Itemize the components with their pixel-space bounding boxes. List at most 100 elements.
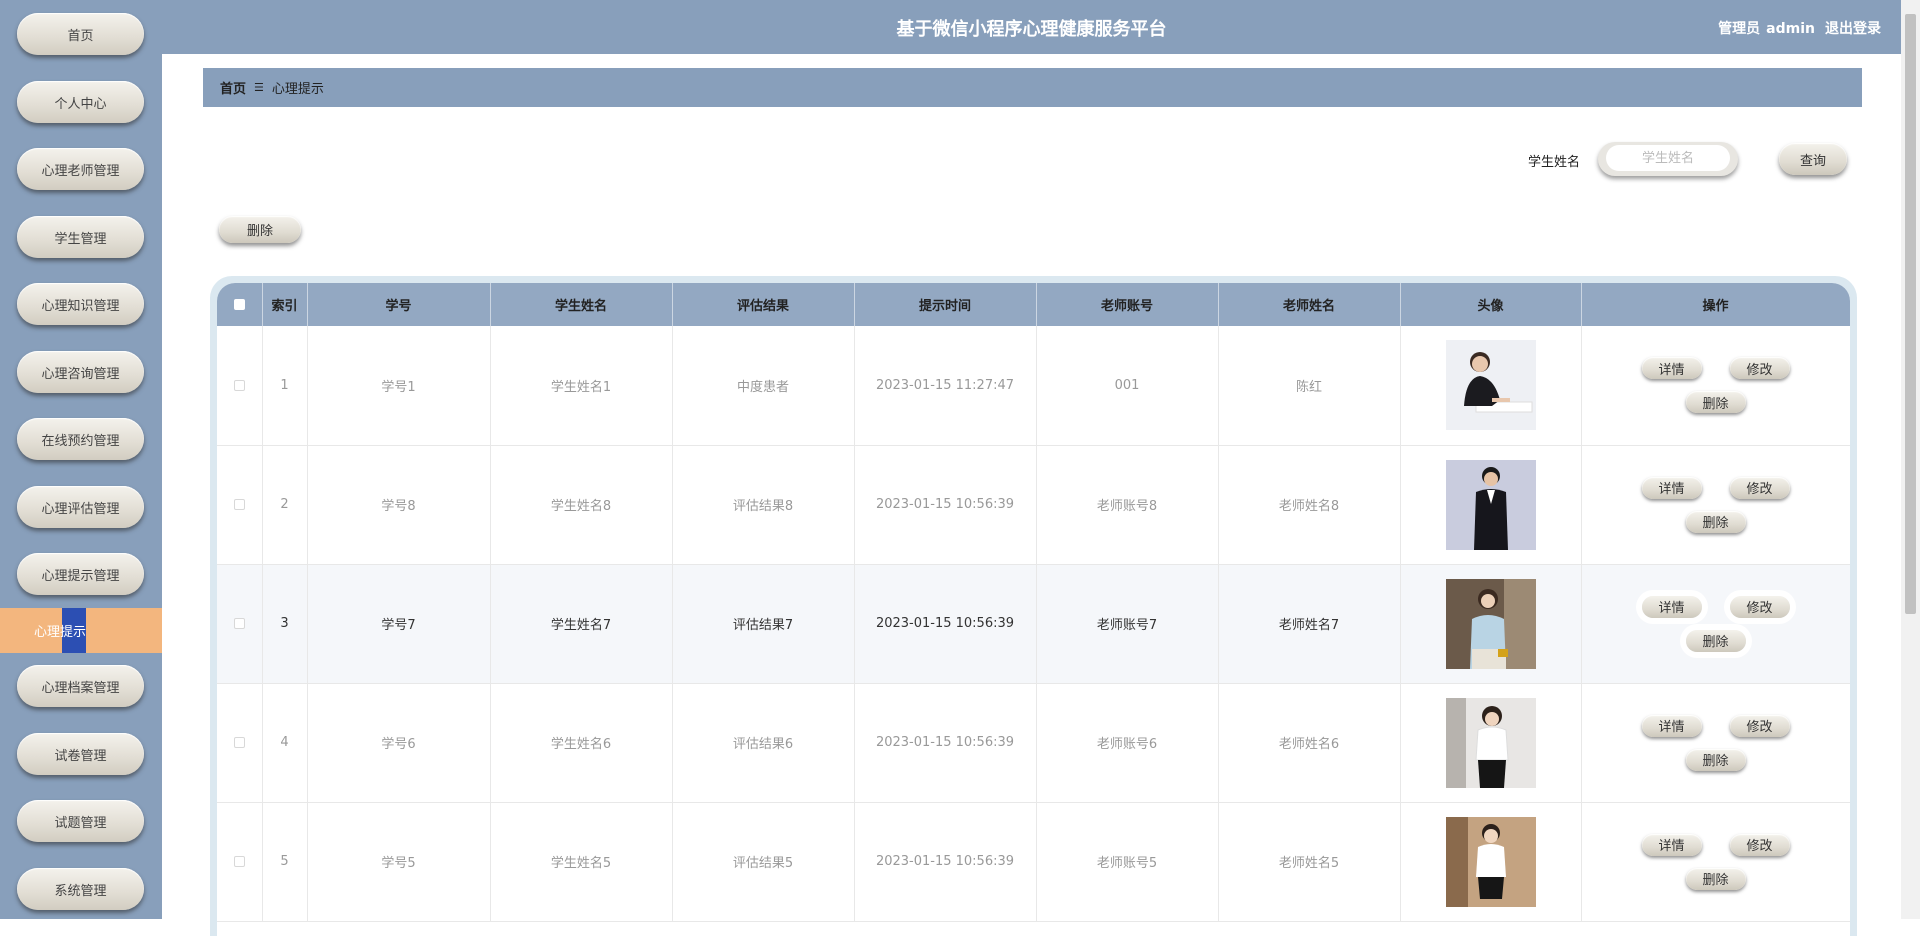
column-header: 老师姓名 [1218, 283, 1401, 326]
edit-button[interactable]: 修改 [1729, 595, 1790, 618]
edit-button[interactable]: 修改 [1729, 833, 1790, 856]
sidebar-item-appointment-management[interactable]: 在线预约管理 [17, 418, 144, 460]
detail-button[interactable]: 详情 [1641, 595, 1702, 618]
breadcrumb-home[interactable]: 首页 [220, 78, 246, 97]
sidebar-item-system-management[interactable]: 系统管理 [17, 868, 144, 910]
detail-button[interactable]: 详情 [1641, 476, 1702, 499]
edit-button[interactable]: 修改 [1729, 357, 1790, 380]
search-input[interactable] [1606, 145, 1730, 171]
sidebar-item-consultation-management[interactable]: 心理咨询管理 [17, 351, 144, 393]
column-header: 操作 [1581, 283, 1850, 326]
cell-result: 评估结果8 [672, 445, 855, 565]
column-header: 学生姓名 [490, 283, 673, 326]
detail-button[interactable]: 详情 [1641, 714, 1702, 737]
edit-button[interactable]: 修改 [1729, 476, 1790, 499]
cell-time: 2023-01-15 10:56:39 [854, 683, 1037, 803]
avatar [1445, 578, 1536, 669]
cell-teacher-name: 老师姓名7 [1218, 564, 1401, 684]
select-all-cell [217, 283, 263, 326]
scrollbar-thumb[interactable] [1905, 14, 1916, 614]
table-row: 4 学号6 学生姓名6 评估结果6 2023-01-15 10:56:39 老师… [217, 683, 1850, 803]
cell-student-name: 学生姓名7 [490, 564, 673, 684]
user-role: 管理员 [1718, 21, 1761, 37]
cell-actions: 详情 修改 删除 [1581, 445, 1850, 565]
cell-result: 评估结果5 [672, 802, 855, 922]
cell-index: 5 [262, 802, 308, 922]
cell-student-no: 学号1 [307, 326, 491, 446]
cell-student-no: 学号8 [307, 445, 491, 565]
avatar [1445, 816, 1536, 907]
avatar [1445, 340, 1536, 431]
sidebar-item-knowledge-management[interactable]: 心理知识管理 [17, 283, 144, 325]
sidebar-item-teacher-management[interactable]: 心理老师管理 [17, 148, 144, 190]
table-row: 1 学号1 学生姓名1 中度患者 2023-01-15 11:27:47 001… [217, 326, 1850, 446]
cell-teacher-name: 老师姓名6 [1218, 683, 1401, 803]
row-select-cell [217, 564, 263, 684]
sidebar-item-home[interactable]: 首页 [17, 13, 144, 55]
sidebar-item-reminder-management[interactable]: 心理提示管理 [17, 553, 144, 595]
sidebar-item-paper-management[interactable]: 试卷管理 [17, 733, 144, 775]
delete-button[interactable]: 删除 [1685, 391, 1746, 414]
avatar [1445, 697, 1536, 788]
cell-avatar [1400, 564, 1582, 684]
select-all-checkbox[interactable] [233, 299, 245, 310]
cell-index: 3 [262, 564, 308, 684]
edit-button[interactable]: 修改 [1729, 714, 1790, 737]
cell-teacher-name: 老师姓名5 [1218, 802, 1401, 922]
page-scrollbar[interactable] [1901, 0, 1920, 919]
cell-index: 2 [262, 445, 308, 565]
delete-button[interactable]: 删除 [1685, 748, 1746, 771]
cell-actions: 详情 修改 删除 [1581, 326, 1850, 446]
batch-delete-button[interactable]: 删除 [219, 216, 301, 243]
sidebar-item-personal-center[interactable]: 个人中心 [17, 81, 144, 123]
cell-time: 2023-01-15 10:56:39 [854, 564, 1037, 684]
column-header: 提示时间 [854, 283, 1037, 326]
column-header: 索引 [262, 283, 308, 326]
table-row: 5 学号5 学生姓名5 评估结果5 2023-01-15 10:56:39 老师… [217, 802, 1850, 922]
breadcrumb: 首页 ☰ 心理提示 [203, 68, 1862, 107]
cell-student-no: 学号6 [307, 683, 491, 803]
data-table-container: 索引 学号 学生姓名 评估结果 提示时间 老师账号 老师姓名 头像 操作 1 学… [217, 283, 1850, 936]
detail-button[interactable]: 详情 [1641, 357, 1702, 380]
app-title: 基于微信小程序心理健康服务平台 [896, 19, 1167, 40]
query-button[interactable]: 查询 [1779, 143, 1847, 175]
sidebar: 首页 个人中心 心理老师管理 学生管理 心理知识管理 心理咨询管理 在线预约管理… [0, 0, 162, 919]
row-checkbox[interactable] [233, 499, 245, 510]
cell-result: 评估结果6 [672, 683, 855, 803]
cell-time: 2023-01-15 11:27:47 [854, 326, 1037, 446]
table-row: 3 学号7 学生姓名7 评估结果7 2023-01-15 10:56:39 老师… [217, 564, 1850, 684]
table-header-row: 索引 学号 学生姓名 评估结果 提示时间 老师账号 老师姓名 头像 操作 [217, 283, 1850, 326]
breadcrumb-separator-icon: ☰ [254, 81, 264, 94]
cell-teacher-account: 老师账号7 [1036, 564, 1219, 684]
sidebar-subitem-reminder[interactable]: 心理提示 [0, 608, 162, 653]
delete-button[interactable]: 删除 [1685, 510, 1746, 533]
cell-teacher-account: 001 [1036, 326, 1219, 446]
cell-result: 中度患者 [672, 326, 855, 446]
row-checkbox[interactable] [233, 618, 245, 629]
delete-button[interactable]: 删除 [1685, 629, 1746, 652]
column-header: 学号 [307, 283, 491, 326]
row-checkbox[interactable] [233, 379, 245, 391]
cell-index: 1 [262, 326, 308, 446]
detail-button[interactable]: 详情 [1641, 833, 1702, 856]
row-checkbox[interactable] [233, 737, 245, 748]
data-table: 索引 学号 学生姓名 评估结果 提示时间 老师账号 老师姓名 头像 操作 1 学… [217, 283, 1850, 922]
sidebar-item-assessment-management[interactable]: 心理评估管理 [17, 486, 144, 528]
logout-link[interactable]: 退出登录 [1825, 21, 1881, 37]
breadcrumb-current: 心理提示 [271, 82, 324, 97]
cell-teacher-account: 老师账号6 [1036, 683, 1219, 803]
cell-result: 评估结果7 [672, 564, 855, 684]
sidebar-item-question-management[interactable]: 试题管理 [17, 800, 144, 842]
row-checkbox[interactable] [233, 856, 245, 867]
row-select-cell [217, 445, 263, 565]
cell-avatar [1400, 683, 1582, 803]
column-header: 老师账号 [1036, 283, 1219, 326]
cell-student-no: 学号7 [307, 564, 491, 684]
delete-button[interactable]: 删除 [1685, 867, 1746, 890]
cell-avatar [1400, 326, 1582, 446]
sidebar-item-student-management[interactable]: 学生管理 [17, 216, 144, 258]
search-label: 学生姓名 [1528, 155, 1581, 170]
cell-teacher-name: 老师姓名8 [1218, 445, 1401, 565]
sidebar-item-archive-management[interactable]: 心理档案管理 [17, 665, 144, 707]
cell-index: 4 [262, 683, 308, 803]
